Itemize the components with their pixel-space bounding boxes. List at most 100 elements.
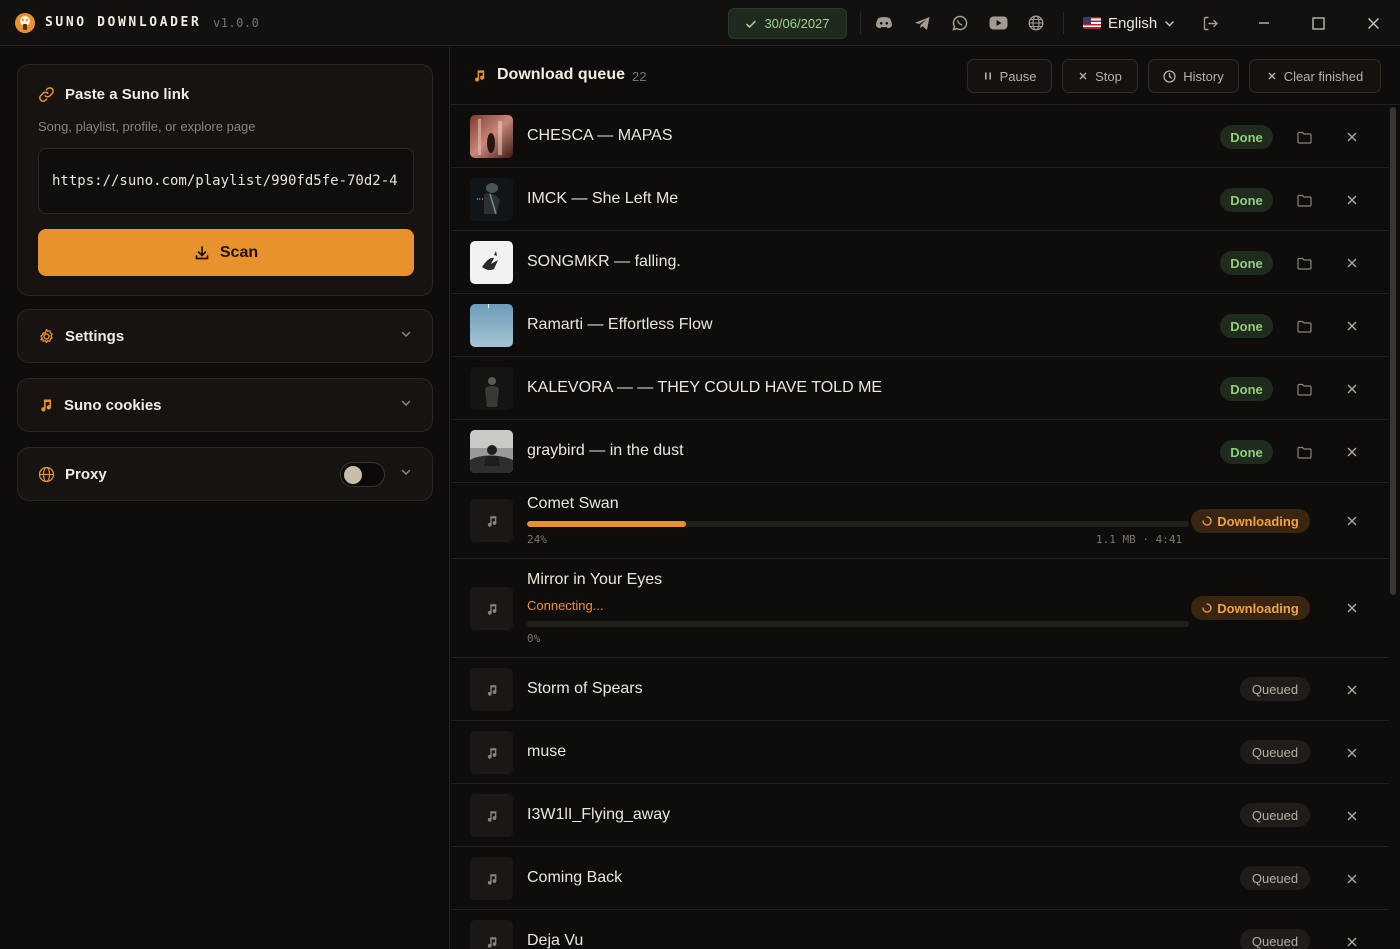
queue-row: Comet Swan 24% 1.1 MB · 4:41 Downloading bbox=[451, 483, 1389, 559]
music-note-icon bbox=[487, 747, 496, 759]
folder-icon[interactable] bbox=[1295, 191, 1313, 209]
pause-button[interactable]: Pause bbox=[967, 59, 1052, 93]
cover-art-thumbnail bbox=[470, 241, 513, 284]
status-label: Downloading bbox=[1217, 600, 1299, 616]
remove-button[interactable] bbox=[1344, 682, 1360, 698]
discord-icon[interactable] bbox=[874, 13, 894, 33]
status-badge: Queued bbox=[1240, 803, 1310, 827]
queue-row: I3W1lI_Flying_away Queued bbox=[451, 784, 1389, 847]
queue-title: Download queue bbox=[497, 66, 625, 83]
queue-row: Ramarti — Effortless Flow Done bbox=[451, 294, 1389, 357]
remove-button[interactable] bbox=[1344, 871, 1360, 887]
svg-text:···: ··· bbox=[476, 195, 484, 204]
track-title: Mirror in Your Eyes bbox=[527, 571, 663, 588]
suno-cookies-section[interactable]: Suno cookies bbox=[17, 378, 433, 432]
cover-art-thumbnail bbox=[470, 304, 513, 347]
left-panel: Paste a Suno link Song, playlist, profil… bbox=[0, 47, 450, 949]
track-title: IMCK — She Left Me bbox=[527, 190, 679, 207]
status-badge: Done bbox=[1220, 440, 1273, 464]
scan-button[interactable]: Scan bbox=[38, 229, 414, 276]
url-input[interactable] bbox=[38, 148, 414, 214]
telegram-icon[interactable] bbox=[912, 13, 932, 33]
folder-icon[interactable] bbox=[1295, 317, 1313, 335]
globe-icon[interactable] bbox=[1026, 13, 1046, 33]
remove-button[interactable] bbox=[1344, 192, 1360, 208]
clear-finished-label: Clear finished bbox=[1283, 68, 1364, 84]
title-bar: SUNO DOWNLOADER v1.0.0 30/06/2027 Englis… bbox=[0, 0, 1400, 46]
progress-percent: 24% bbox=[527, 533, 547, 546]
track-title: CHESCA — MAPAS bbox=[527, 127, 673, 144]
close-window-button[interactable] bbox=[1361, 11, 1385, 35]
queue-row: KALEVORA — — THEY COULD HAVE TOLD ME Don… bbox=[451, 357, 1389, 420]
folder-icon[interactable] bbox=[1295, 128, 1313, 146]
download-progress-bar bbox=[527, 521, 1189, 527]
cover-art-thumbnail bbox=[470, 920, 513, 949]
status-label: Downloading bbox=[1217, 513, 1299, 529]
music-note-icon bbox=[487, 810, 496, 822]
spinner-icon bbox=[1202, 516, 1212, 526]
progress-fill bbox=[527, 521, 686, 527]
folder-icon[interactable] bbox=[1295, 380, 1313, 398]
remove-button[interactable] bbox=[1344, 513, 1360, 529]
queue-row: muse Queued bbox=[451, 721, 1389, 784]
close-icon bbox=[1268, 72, 1276, 80]
proxy-toggle[interactable] bbox=[340, 462, 385, 487]
music-note-icon bbox=[487, 936, 496, 948]
settings-section[interactable]: Settings bbox=[17, 309, 433, 363]
remove-button[interactable] bbox=[1344, 808, 1360, 824]
status-badge: Downloading bbox=[1191, 596, 1310, 620]
minimize-button[interactable] bbox=[1252, 11, 1276, 35]
download-queue-panel: Download queue 22 Pause Stop History Cle… bbox=[451, 47, 1400, 949]
youtube-icon[interactable] bbox=[988, 13, 1008, 33]
clear-finished-button[interactable]: Clear finished bbox=[1249, 59, 1381, 93]
queue-row: Coming Back Queued bbox=[451, 847, 1389, 910]
track-title: Ramarti — Effortless Flow bbox=[527, 316, 713, 333]
remove-button[interactable] bbox=[1344, 255, 1360, 271]
cover-art-thumbnail bbox=[470, 857, 513, 900]
status-badge: Queued bbox=[1240, 866, 1310, 890]
settings-title: Settings bbox=[65, 327, 125, 345]
remove-button[interactable] bbox=[1344, 600, 1360, 616]
link-icon bbox=[39, 87, 54, 102]
logout-icon[interactable] bbox=[1200, 13, 1220, 33]
cover-art-thumbnail bbox=[470, 499, 513, 542]
pause-label: Pause bbox=[999, 68, 1037, 84]
queue-row: SONGMKR — falling. Done bbox=[451, 231, 1389, 294]
stop-label: Stop bbox=[1095, 68, 1122, 84]
remove-button[interactable] bbox=[1344, 318, 1360, 334]
whatsapp-icon[interactable] bbox=[950, 13, 970, 33]
folder-icon[interactable] bbox=[1295, 443, 1313, 461]
folder-icon[interactable] bbox=[1295, 254, 1313, 272]
music-note-icon bbox=[487, 515, 496, 527]
us-flag-icon bbox=[1083, 17, 1101, 29]
remove-button[interactable] bbox=[1344, 934, 1360, 949]
status-badge: Queued bbox=[1240, 929, 1310, 949]
cover-art-thumbnail bbox=[470, 587, 513, 630]
remove-button[interactable] bbox=[1344, 745, 1360, 761]
proxy-section[interactable]: Proxy bbox=[17, 447, 433, 501]
stop-button[interactable]: Stop bbox=[1062, 59, 1138, 93]
status-badge: Done bbox=[1220, 125, 1273, 149]
history-button[interactable]: History bbox=[1148, 59, 1239, 93]
chevron-down-icon bbox=[401, 331, 411, 338]
cover-art-thumbnail bbox=[470, 367, 513, 410]
language-selector[interactable]: English bbox=[1083, 12, 1175, 34]
download-meta: 1.1 MB · 4:41 bbox=[1096, 533, 1183, 546]
track-title: I3W1lI_Flying_away bbox=[527, 806, 671, 823]
maximize-button[interactable] bbox=[1306, 11, 1330, 35]
remove-button[interactable] bbox=[1344, 381, 1360, 397]
queue-row: graybird — in the dust Done bbox=[451, 420, 1389, 483]
cover-art-thumbnail bbox=[470, 668, 513, 711]
divider bbox=[1063, 12, 1064, 34]
remove-button[interactable] bbox=[1344, 444, 1360, 460]
cover-art-thumbnail bbox=[470, 794, 513, 837]
gear-icon bbox=[40, 328, 53, 343]
chevron-down-icon bbox=[401, 400, 411, 407]
status-badge: Queued bbox=[1240, 677, 1310, 701]
queue-scrollbar[interactable] bbox=[1390, 107, 1396, 595]
cover-art-thumbnail: ··· bbox=[470, 178, 513, 221]
remove-button[interactable] bbox=[1344, 129, 1360, 145]
status-badge: Done bbox=[1220, 314, 1273, 338]
queue-row: Mirror in Your Eyes Connecting... 0% Dow… bbox=[451, 559, 1389, 658]
app-logo-icon bbox=[15, 13, 35, 33]
